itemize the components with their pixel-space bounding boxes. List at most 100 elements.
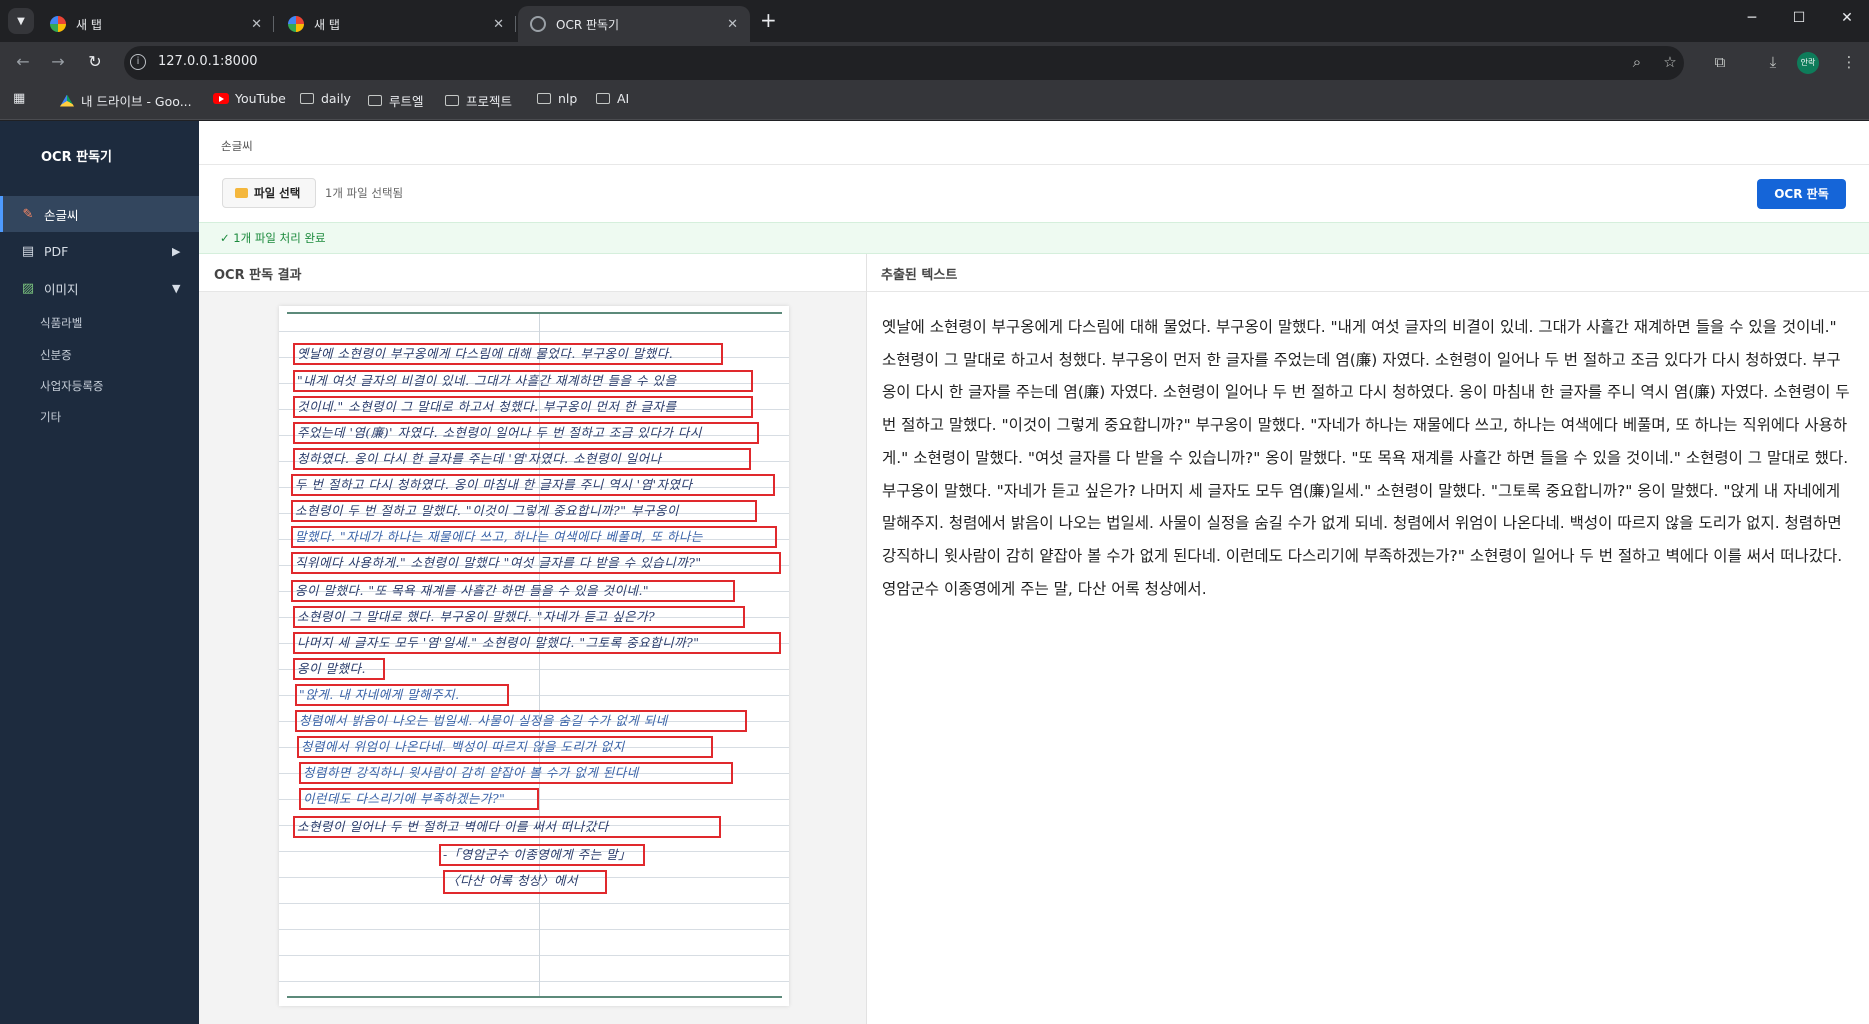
- ocr-line-box: 이런데도 다스리기에 부족하겠는가?": [299, 788, 539, 810]
- url-text[interactable]: 127.0.0.1:8000: [158, 54, 258, 69]
- sidebar-subitem-food-label[interactable]: 식품라벨: [40, 315, 82, 331]
- minimize-icon[interactable]: ─: [1742, 10, 1762, 26]
- bookmark-label: 내 드라이브 - Goo...: [81, 94, 192, 109]
- sidebar-item-label: PDF: [44, 243, 69, 259]
- app-title: OCR 판독기: [41, 150, 113, 165]
- ocr-line-box: 두 번 절하고 다시 청하였다. 옹이 마침내 한 글자를 주니 역시 '염'자…: [291, 474, 775, 496]
- ocr-line-box: 직위에다 사용하게." 소현령이 말했다 "여섯 글자를 다 받을 수 있습니까…: [291, 552, 781, 574]
- ocr-line-box: -「영암군수 이종영에게 주는 말」: [439, 844, 645, 866]
- ocr-line-box: 청렴에서 위엄이 나온다네. 백성이 따르지 않을 도리가 없지: [297, 736, 713, 758]
- extracted-text-title: 추출된 텍스트: [881, 268, 958, 283]
- bookmark-youtube[interactable]: YouTube: [213, 91, 286, 106]
- bookmark-label: 프로젝트: [466, 94, 513, 109]
- ocr-line-box: 소현령이 일어나 두 번 절하고 벽에다 이를 써서 떠나갔다: [293, 816, 721, 838]
- sidebar-item-label: 이미지: [44, 281, 79, 297]
- bookmark-project[interactable]: 프로젝트: [445, 91, 512, 110]
- folder-icon: [368, 95, 382, 106]
- page-rule: [287, 312, 782, 314]
- window-close-icon[interactable]: ✕: [1837, 10, 1857, 26]
- google-icon: [288, 16, 304, 32]
- close-icon[interactable]: ✕: [727, 17, 738, 32]
- ocr-line-box: 소현령이 두 번 절하고 말했다. "이것이 그렇게 중요합니까?" 부구옹이: [291, 500, 757, 522]
- bookmark-label: 루트엘: [389, 94, 424, 109]
- folder-icon: [537, 93, 551, 104]
- ocr-result-title: OCR 판독 결과: [214, 268, 302, 283]
- bookmark-daily[interactable]: daily: [300, 91, 351, 106]
- reload-icon[interactable]: ↻: [84, 52, 106, 71]
- new-tab-plus-icon[interactable]: +: [760, 10, 777, 30]
- tab-label: 새 탭: [76, 17, 102, 32]
- ocr-line-box: 나머지 세 글자도 모두 '염'일세." 소현령이 말했다. "그토록 중요합니…: [293, 632, 781, 654]
- folder-icon: [596, 93, 610, 104]
- sidebar-subitem-other[interactable]: 기타: [40, 409, 61, 425]
- ocr-read-button[interactable]: OCR 판독: [1757, 179, 1846, 209]
- bookmark-label: nlp: [558, 91, 578, 106]
- download-icon[interactable]: ⤓: [1762, 53, 1784, 71]
- bookmark-drive[interactable]: 내 드라이브 - Goo...: [60, 91, 192, 110]
- ocr-line-box: 청렴하면 강직하니 윗사람이 감히 얕잡아 볼 수가 없게 된다네: [299, 762, 733, 784]
- folder-icon: [445, 95, 459, 106]
- profile-avatar[interactable]: 안락: [1797, 52, 1819, 74]
- tab-label: 새 탭: [314, 17, 340, 32]
- sidebar-subitem-business-registration[interactable]: 사업자등록증: [40, 378, 103, 394]
- bookmark-rootel[interactable]: 루트엘: [368, 91, 424, 110]
- more-menu-icon[interactable]: ⋮: [1838, 53, 1860, 71]
- ocr-line-box: "내게 여섯 글자의 비결이 있네. 그대가 사흘간 재계하면 들을 수 있을: [293, 370, 753, 392]
- sidebar-item-pdf[interactable]: ▤ PDF ▶: [0, 233, 199, 269]
- ocr-line-box: 〈다산 어록 청상〉에서: [443, 870, 607, 894]
- folder-icon: [300, 93, 314, 104]
- browser-tab-2[interactable]: 새 탭 ✕: [276, 6, 516, 42]
- file-status-text: 1개 파일 선택됨: [325, 186, 404, 200]
- browser-tab-active[interactable]: OCR 판독기 ✕: [518, 6, 750, 42]
- panel-divider: [866, 254, 867, 1024]
- sidebar-item-image[interactable]: ▨ 이미지 ▼: [0, 270, 199, 306]
- folder-icon: [235, 188, 248, 198]
- sidebar-subitem-id-card[interactable]: 신분증: [40, 347, 72, 363]
- bookmark-label: YouTube: [235, 91, 286, 106]
- back-arrow-icon[interactable]: ←: [12, 52, 34, 71]
- extensions-puzzle-icon[interactable]: ⧉: [1709, 53, 1731, 71]
- page-rule: [287, 996, 782, 998]
- google-icon: [50, 16, 66, 32]
- bookmark-label: daily: [321, 91, 351, 106]
- youtube-icon: [213, 93, 229, 104]
- ocr-line-box: 주었는데 '염(廉)' 자였다. 소현령이 일어나 두 번 절하고 조금 있다가…: [293, 422, 759, 444]
- file-select-button[interactable]: 파일 선택: [222, 178, 316, 208]
- document-icon: ▤: [21, 243, 35, 259]
- globe-icon: [530, 16, 546, 32]
- forward-arrow-icon[interactable]: →: [47, 52, 69, 71]
- divider: [199, 164, 1869, 165]
- breadcrumb: 손글씨: [221, 139, 253, 153]
- apps-grid-icon[interactable]: ▦: [13, 91, 31, 106]
- close-icon[interactable]: ✕: [493, 17, 504, 32]
- success-banner-text: ✓ 1개 파일 처리 완료: [220, 231, 326, 245]
- close-icon[interactable]: ✕: [251, 17, 262, 32]
- handwriting-image: 옛날에 소현령이 부구옹에게 다스림에 대해 물었다. 부구옹이 말했다. "내…: [279, 306, 789, 1006]
- ocr-line-box: 옹이 말했다. "또 목욕 재계를 사흘간 하면 들을 수 있을 것이네.": [291, 580, 735, 602]
- ocr-line-box: "앉게. 내 자네에게 말해주지.: [295, 684, 509, 706]
- ocr-line-box: 옹이 말했다.: [293, 658, 385, 680]
- file-select-label: 파일 선택: [254, 186, 301, 200]
- ocr-line-box: 말했다. "자네가 하나는 재물에다 쓰고, 하나는 여색에다 베풀며, 또 하…: [291, 526, 777, 548]
- site-info-icon[interactable]: i: [130, 54, 146, 70]
- ocr-line-box: 소현령이 그 말대로 했다. 부구옹이 말했다. "자네가 듣고 싶은가?: [293, 606, 745, 628]
- collapse-arrow-icon: ▼: [172, 281, 181, 295]
- browser-tab-1[interactable]: 새 탭 ✕: [38, 6, 274, 42]
- tab-search-chevron-down-icon[interactable]: ▼: [8, 8, 34, 34]
- maximize-icon[interactable]: ☐: [1789, 10, 1809, 26]
- divider: [867, 291, 1869, 292]
- ocr-line-box: 청하였다. 옹이 다시 한 글자를 주는데 '염'자였다. 소현령이 일어나: [293, 448, 751, 470]
- tab-label: OCR 판독기: [556, 17, 620, 32]
- sidebar-item-handwriting[interactable]: ✎ 손글씨: [0, 196, 199, 232]
- success-banner: [199, 222, 1869, 254]
- bookmark-star-icon[interactable]: ☆: [1659, 53, 1681, 71]
- ocr-line-box: 청렴에서 밝음이 나오는 법일세. 사물이 실정을 숨길 수가 없게 되네: [295, 710, 747, 732]
- bookmark-label: AI: [617, 91, 630, 106]
- bookmark-ai[interactable]: AI: [596, 91, 629, 106]
- extracted-text: 옛날에 소현령이 부구옹에게 다스림에 대해 물었다. 부구옹이 말했다. "내…: [882, 318, 1850, 598]
- image-icon: ▨: [21, 280, 35, 296]
- address-bar[interactable]: [124, 46, 1684, 80]
- drive-icon: [60, 94, 74, 107]
- zoom-magnifier-icon[interactable]: ⌕: [1626, 53, 1648, 71]
- bookmark-nlp[interactable]: nlp: [537, 91, 577, 106]
